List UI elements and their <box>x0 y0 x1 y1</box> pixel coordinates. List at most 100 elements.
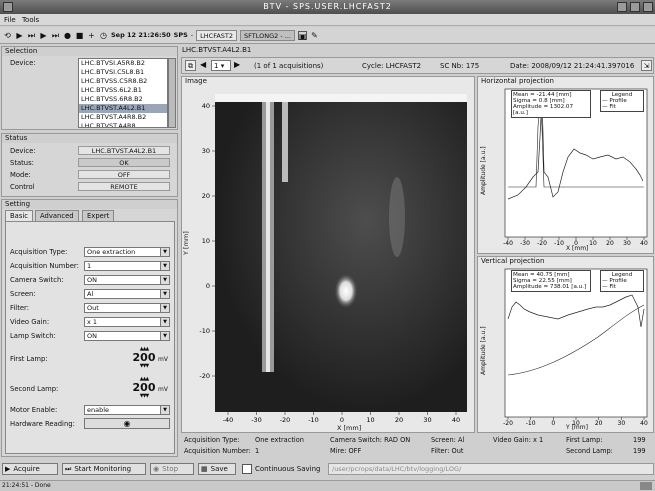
device-list[interactable]: LHC.BTVSI.A5R8.B2 LHC.BTVSI.C5L8.B1 LHC.BT… <box>78 58 168 128</box>
setting-select-value: Al <box>87 290 94 298</box>
window-menu-button[interactable] <box>3 2 13 12</box>
save-button[interactable]: ▦ Save <box>198 463 236 475</box>
first-lamp-down[interactable]: ▼▼▼ <box>134 364 154 369</box>
save-label: Save <box>210 465 228 473</box>
info-second-lamp-value: 199 <box>633 447 646 455</box>
play-icon[interactable]: ▶ <box>15 31 24 40</box>
tab-basic[interactable]: Basic <box>5 210 33 221</box>
device-list-item[interactable]: LHC.BTVSS.C5R8.B2 <box>79 77 167 86</box>
menu-bar: File Tools <box>0 14 655 26</box>
image-xtick-label: -40 <box>223 416 234 424</box>
status-status-label: Status: <box>10 159 34 167</box>
hproj-xtick-label: -20 <box>537 240 547 247</box>
status-mode-label: Mode: <box>10 171 31 179</box>
info-camera: Camera Switch: RAD ON <box>330 436 411 444</box>
cycle-selector[interactable]: SFTLONG2 - ... <box>240 29 295 41</box>
motor-enable-select[interactable]: enable ▼ <box>84 405 170 415</box>
status-status-value: OK <box>78 158 170 167</box>
step-icon[interactable]: ⏭ <box>27 31 36 40</box>
image-ytick-label: -10 <box>199 327 210 335</box>
start-monitoring-button[interactable]: ⏭ Start Monitoring <box>62 463 146 475</box>
vproj-legend: Legend — Profile — Fit <box>600 270 644 292</box>
settings-icon[interactable]: ▣ <box>297 30 307 41</box>
step2-icon[interactable]: ⏭ <box>51 31 60 40</box>
setting-select[interactable]: Out ▼ <box>84 303 170 313</box>
copy-icon[interactable]: ⧉ <box>185 60 196 71</box>
setting-select[interactable]: x 1 ▼ <box>84 317 170 327</box>
stop-button[interactable]: ◉ Stop <box>150 463 194 475</box>
device-header: LHC.BTVST.A4L2.B1 <box>181 46 654 56</box>
hproj-xtick-label: 40 <box>640 240 648 247</box>
play2-icon[interactable]: ▶ <box>39 31 48 40</box>
setting-select[interactable]: One extraction ▼ <box>84 247 170 257</box>
device-list-item[interactable]: LHC.BTVSS.6R8.B2 <box>79 95 167 104</box>
chevron-down-icon: ▼ <box>160 406 169 414</box>
menu-file[interactable]: File <box>4 14 16 26</box>
tool-icon[interactable]: ✎ <box>310 31 319 40</box>
hardware-reading-label: Hardware Reading: <box>10 420 75 428</box>
next-acquisition-icon[interactable]: ▶ <box>234 60 240 69</box>
device-list-item[interactable]: LHC.BTVSI.A5R8.B2 <box>79 59 167 68</box>
first-lamp-value[interactable]: 200 <box>132 352 156 363</box>
add-icon[interactable]: + <box>87 31 96 40</box>
tab-advanced[interactable]: Advanced <box>35 210 79 221</box>
save-path-field[interactable]: /user/pcrops/data/LHC/btv/logging/LOG/ <box>328 463 654 475</box>
status-bar-text: 21:24:51 - Done <box>2 482 51 489</box>
device-list-item[interactable]: LHC.BTVSI.C5L8.B1 <box>79 68 167 77</box>
acquire-label: Acquire <box>13 465 40 473</box>
setting-select[interactable]: 1 ▼ <box>84 261 170 271</box>
info-acq-type-label: Acquisition Type: <box>184 436 240 444</box>
device-list-item[interactable]: LHC.BTVSS.6L2.B1 <box>79 86 167 95</box>
first-lamp-label: First Lamp: <box>10 355 48 363</box>
minimize-button[interactable] <box>617 2 627 12</box>
device-list-item[interactable]: LHC.BTVST.A4R8.B2 <box>79 113 167 122</box>
acquisition-info: Acquisition Type: One extraction Acquisi… <box>181 435 654 459</box>
second-lamp-value[interactable]: 200 <box>132 382 156 393</box>
close-button[interactable] <box>643 2 653 12</box>
vproj-legend-fit-label: Fit <box>609 284 616 290</box>
horizontal-projection-panel: Horizontal projection -40 -30 -20 -10 0 10 20 3… <box>477 76 654 254</box>
acquisition-selector[interactable]: 1 ▾ <box>211 60 231 71</box>
chevron-down-icon: ▼ <box>160 332 169 340</box>
prev-acquisition-icon[interactable]: ◀ <box>200 60 206 69</box>
image-xtick-label: 0 <box>340 416 344 424</box>
setting-select[interactable]: Al ▼ <box>84 289 170 299</box>
device-list-scrollbar[interactable] <box>168 58 176 128</box>
setting-label: Video Gain: <box>10 318 50 326</box>
info-acq-num-label: Acquisition Number: <box>184 447 251 455</box>
info-second-lamp: Second Lamp: <box>566 447 613 455</box>
acquire-button[interactable]: ▶ Acquire <box>2 463 58 475</box>
setting-select[interactable]: ON ▼ <box>84 331 170 341</box>
refresh-icon[interactable]: ⟲ <box>3 31 12 40</box>
image-plot[interactable]: -40 -30 -20 -10 0 10 20 30 40 40 30 20 10 0 -10 -20 <box>182 77 476 434</box>
menu-tools[interactable]: Tools <box>22 14 39 26</box>
export-icon[interactable]: ⇲ <box>641 60 652 71</box>
image-ytick-label: 40 <box>202 102 210 110</box>
tab-expert[interactable]: Expert <box>82 210 115 221</box>
stop-icon: ◉ <box>153 465 160 473</box>
continuous-saving-checkbox[interactable] <box>242 464 252 474</box>
header-date: Date: 2008/09/12 21:24:41.397016 <box>510 62 635 70</box>
image-ytick-label: 30 <box>202 147 210 155</box>
image-ytick-label: 20 <box>202 192 210 200</box>
continuous-saving-label: Continuous Saving <box>255 465 321 473</box>
first-lamp-unit: mV <box>158 356 168 363</box>
selection-panel: Selection Device: LHC.BTVSI.A5R8.B2 LHC.B… <box>1 46 178 130</box>
status-panel: Status Device: LHC.BTVST.A4L2.B1 Status:… <box>1 133 178 197</box>
device-list-item[interactable]: LHC.BTVST.A4R8 <box>79 122 167 127</box>
stop-label: Stop <box>162 465 179 473</box>
stop-icon[interactable]: ■ <box>75 31 84 40</box>
hardware-reading-button[interactable]: ◉ <box>84 418 170 429</box>
info-screen: Screen: Al <box>431 436 465 444</box>
second-lamp-down[interactable]: ▼▼▼ <box>134 394 154 399</box>
hproj-xtick-label: 30 <box>623 240 631 247</box>
image-ytick-label: 0 <box>206 282 210 290</box>
device-list-item[interactable]: LHC.BTVST.A4L2.B1 <box>79 104 167 113</box>
chevron-down-icon: ▼ <box>160 262 169 270</box>
info-first-lamp-value: 199 <box>633 436 646 444</box>
record-icon[interactable]: ● <box>63 31 72 40</box>
maximize-button[interactable] <box>630 2 640 12</box>
setting-select[interactable]: ON ▼ <box>84 275 170 285</box>
hproj-amplitude: Amplitude = 1302.07 [a.u.] <box>513 104 574 116</box>
beam-halo <box>215 94 467 412</box>
